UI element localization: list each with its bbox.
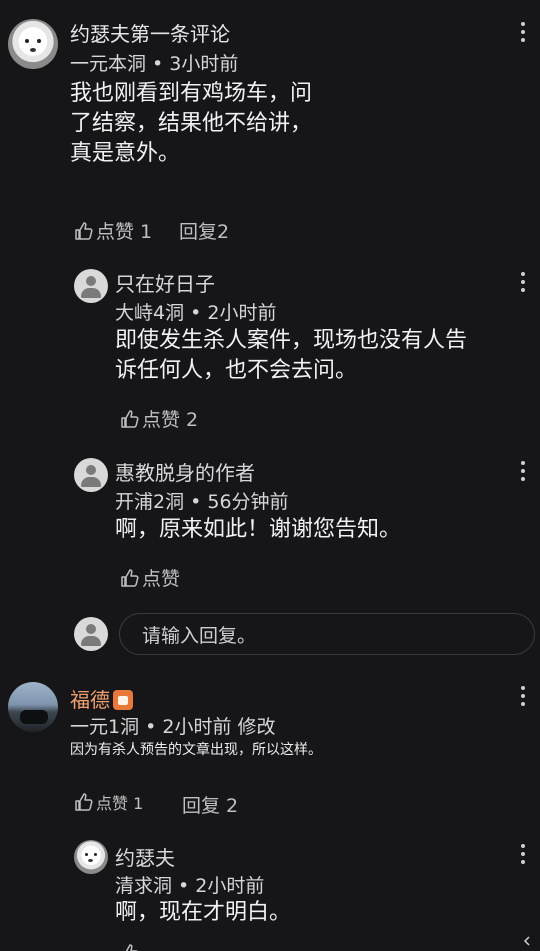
like-label: 点赞 [142, 568, 181, 590]
collapse-arrow-icon[interactable] [522, 931, 532, 946]
thumbs-up-icon [75, 221, 93, 240]
like-button[interactable]: 点赞 [120, 564, 180, 591]
comment-text-line: 因为有杀人预告的文章出现，所以这样。 [70, 742, 322, 758]
more-options-icon[interactable] [520, 272, 526, 296]
comment-body: 我也刚看到有鸡场车，问 了结察，结果他不给讲， 真是意外。 [70, 79, 510, 169]
avatar-commenter-2[interactable] [8, 682, 58, 732]
thumbs-up-icon [121, 568, 139, 587]
like-label: 点赞 1 [96, 221, 153, 243]
like-button[interactable]: 点赞 1 [74, 790, 143, 814]
comment-meta: 一元1洞 • 2小时前 修改 [70, 716, 276, 738]
like-button[interactable]: 点赞 2 [120, 405, 198, 432]
comment-body: 因为有杀人预告的文章出现，所以这样。 [70, 739, 322, 759]
like-button[interactable]: 点赞 1 [74, 217, 152, 244]
more-options-icon[interactable] [520, 844, 526, 868]
reply-meta: 开浦2洞 • 56分钟前 [115, 491, 289, 513]
comment-text-line: 了结察，结果他不给讲， [70, 111, 313, 136]
more-options-icon[interactable] [520, 22, 526, 46]
commenter-name[interactable]: 约瑟夫第一条评论 [70, 18, 230, 47]
like-label: 点赞 2 [142, 409, 199, 431]
thumbs-up-icon[interactable] [120, 943, 140, 951]
reply-text-line: 啊，现在才明白。 [115, 900, 292, 925]
comment-text-line: 我也刚看到有鸡场车，问 [70, 81, 313, 106]
thumbs-up-icon [121, 409, 139, 428]
reply-meta: 清求洞 • 2小时前 [115, 875, 265, 897]
comment-text-line: 真是意外。 [70, 141, 181, 166]
level-badge-icon [113, 690, 133, 710]
avatar-reply-1[interactable] [74, 269, 108, 303]
thumbs-up-icon [75, 793, 93, 811]
like-label: 点赞 1 [96, 794, 144, 813]
more-options-icon[interactable] [520, 686, 526, 710]
reply-button[interactable]: 回复 2 [182, 791, 238, 818]
avatar-current-user [74, 617, 108, 651]
reply-text-line: 诉任何人，也不会去问。 [115, 358, 358, 383]
reply-body: 啊，现在才明白。 [115, 898, 535, 928]
avatar-reply-3[interactable] [74, 840, 108, 874]
reply-input[interactable]: 请输入回复。 [119, 613, 535, 655]
reply-text-line: 啊，原来如此！谢谢您告知。 [115, 517, 402, 542]
reply-meta: 大峙4洞 • 2小时前 [115, 302, 277, 324]
reply-author-name[interactable]: 约瑟夫 [115, 842, 175, 871]
reply-text-line: 即使发生杀人案件，现场也没有人告 [115, 328, 468, 353]
commenter-name-row: 福德 [70, 684, 133, 713]
avatar-reply-2[interactable] [74, 458, 108, 492]
reply-input-placeholder: 请输入回复。 [142, 624, 257, 647]
reply-button[interactable]: 回复2 [179, 217, 229, 244]
commenter-name[interactable]: 福德 [70, 688, 110, 712]
reply-body: 啊，原来如此！谢谢您告知。 [115, 515, 535, 545]
avatar-commenter-1[interactable] [8, 19, 58, 69]
reply-author-name[interactable]: 惠教脱身的作者 [115, 457, 255, 486]
more-options-icon[interactable] [520, 461, 526, 485]
reply-body: 即使发生杀人案件，现场也没有人告 诉任何人，也不会去问。 [115, 326, 535, 386]
reply-author-name[interactable]: 只在好日子 [115, 268, 215, 297]
comment-meta: 一元本洞 • 3小时前 [70, 53, 239, 75]
